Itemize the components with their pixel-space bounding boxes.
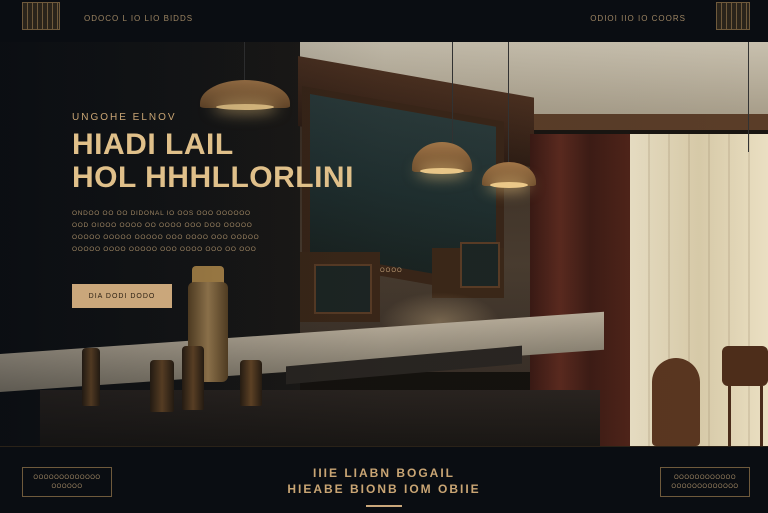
hero-body-line: OOOOO OOOOO OOOOO OOO OOOO OOO OODOO xyxy=(72,234,260,241)
hero-title-line-1: HIADI LAIL xyxy=(72,128,234,161)
top-navigation-bar: ODOCO L IO LIO BIDDS ODIOI IIO IO COORS xyxy=(0,0,768,43)
hero-section: UNGOHE ELNOV HIADI LAIL HOL HHHLLORLINI … xyxy=(0,42,768,446)
logo-icon-right[interactable] xyxy=(716,2,750,30)
hero-cta-button[interactable]: DIA DODI DODO xyxy=(72,284,172,308)
logo-icon-left[interactable] xyxy=(22,2,60,30)
top-nav-links-right[interactable]: ODIOI IIO IO COORS xyxy=(590,14,686,23)
hero-body-line: ONDOO OO OO DIDONAL IO OOS OOO OOOOOO xyxy=(72,210,251,217)
footer-divider xyxy=(366,505,402,507)
footer-title: IIIE LIABN BOGAIL HIEABE BIONB IOM OBIIE xyxy=(240,465,528,497)
hero-body: ONDOO OO OO DIDONAL IO OOS OOO OOOOOO OO… xyxy=(72,208,272,256)
cabinet-panel-label: OOOO xyxy=(380,268,403,274)
top-nav-links-left[interactable]: ODOCO L IO LIO BIDDS xyxy=(84,14,193,23)
hero-title: HIADI LAIL HOL HHHLLORLINI xyxy=(72,128,354,194)
footer-title-line-2: HIEABE BIONB IOM OBIIE xyxy=(287,482,481,496)
footer-left-button[interactable]: OOOOOOOOOOOOO OOOOOO xyxy=(22,467,112,497)
footer-bar: OOOOOOOOOOOOO OOOOOO IIIE LIABN BOGAIL H… xyxy=(0,446,768,513)
hero-body-line: OOD OIOOO OOOO OO OOOO OOO DOO OOOOO xyxy=(72,222,253,229)
hero-body-line: OOOOO OOOO OOOOO OOO OOOO OOO OO OOO xyxy=(72,246,257,253)
footer-title-line-1: IIIE LIABN BOGAIL xyxy=(313,466,455,480)
hero-title-line-2: HOL HHHLLORLINI xyxy=(72,161,354,194)
hero-eyebrow: UNGOHE ELNOV xyxy=(72,112,177,123)
footer-right-button[interactable]: OOOOOOOOOOOO OOOOOOOOOOOOO xyxy=(660,467,750,497)
